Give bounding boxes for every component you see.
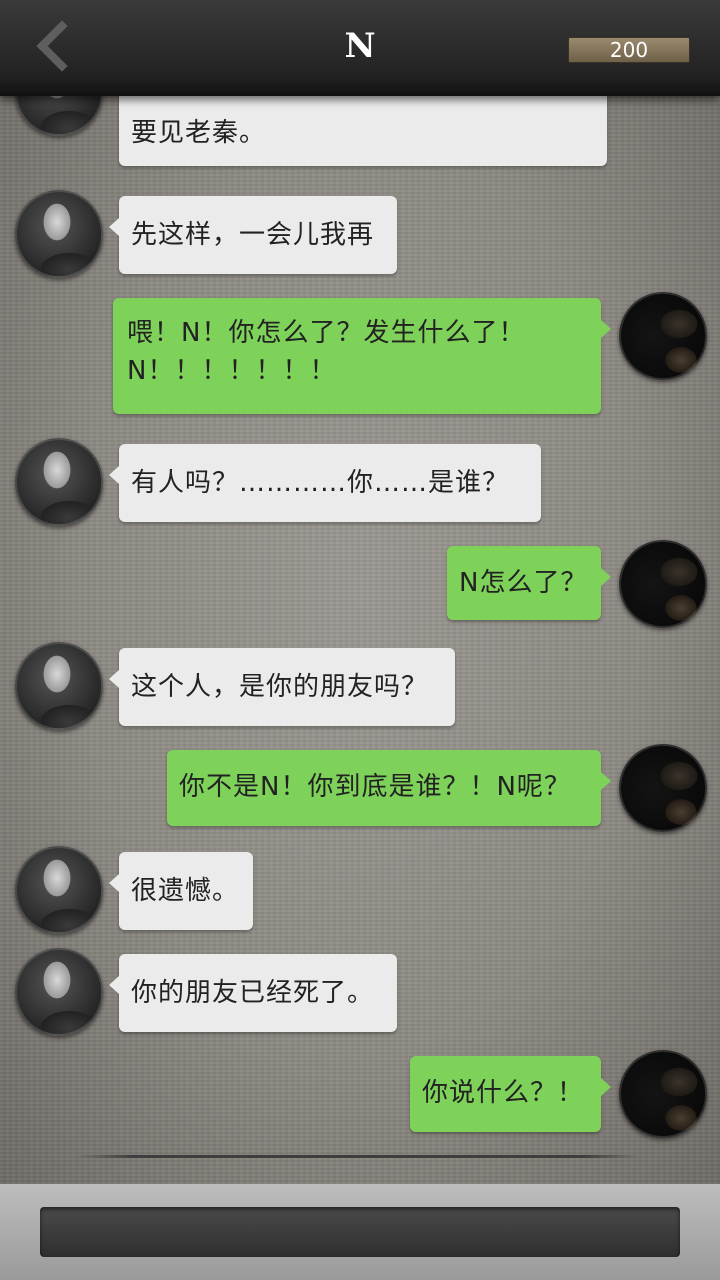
message-bubble: 很遗憾。 <box>109 852 253 930</box>
user-avatar[interactable] <box>619 540 707 628</box>
message-bubble: 你不是N！你到底是谁？！N呢？ <box>167 750 611 826</box>
contact-avatar[interactable] <box>15 190 103 278</box>
message-bubble: 你说什么？！ <box>410 1056 611 1132</box>
message-text: 你不是N！你到底是谁？！N呢？ <box>179 772 571 802</box>
message-text: 很遗憾。 <box>131 876 240 906</box>
message-bubble: 喂！N！你怎么了？发生什么了！N！！！！！！！ <box>113 298 611 414</box>
user-avatar[interactable] <box>619 1050 707 1138</box>
user-avatar[interactable] <box>619 292 707 380</box>
message-bubble: 这个人，是你的朋友吗？ <box>109 648 455 726</box>
message-text: 你的朋友已经死了。 <box>131 978 375 1008</box>
user-avatar[interactable] <box>619 744 707 832</box>
contact-avatar[interactable] <box>15 438 103 526</box>
message-text: 要见老秦。 <box>131 118 267 148</box>
message-input[interactable] <box>40 1207 680 1257</box>
contact-avatar[interactable] <box>15 846 103 934</box>
message-text: 喂！N！你怎么了？发生什么了！N！！！！！！！ <box>127 318 526 386</box>
message-bubble: 先这样，一会儿我再 <box>109 196 397 274</box>
header-bar: N 200 <box>0 0 720 96</box>
message-text: 先这样，一会儿我再 <box>131 220 375 250</box>
message-text: 有人吗？…………你……是谁？ <box>131 468 510 498</box>
message-bubble: 你的朋友已经死了。 <box>109 954 397 1032</box>
message-text: 你说什么？！ <box>422 1078 585 1108</box>
divider <box>76 1155 640 1158</box>
coin-counter: 200 <box>568 37 690 63</box>
contact-avatar[interactable] <box>15 642 103 730</box>
message-bubble: N怎么了？ <box>447 546 611 620</box>
contact-avatar[interactable] <box>15 948 103 1036</box>
message-bubble: 有人吗？…………你……是谁？ <box>109 444 541 522</box>
message-text: 这个人，是你的朋友吗？ <box>131 672 429 702</box>
coin-count: 200 <box>609 38 649 62</box>
message-text: N怎么了？ <box>459 568 588 598</box>
